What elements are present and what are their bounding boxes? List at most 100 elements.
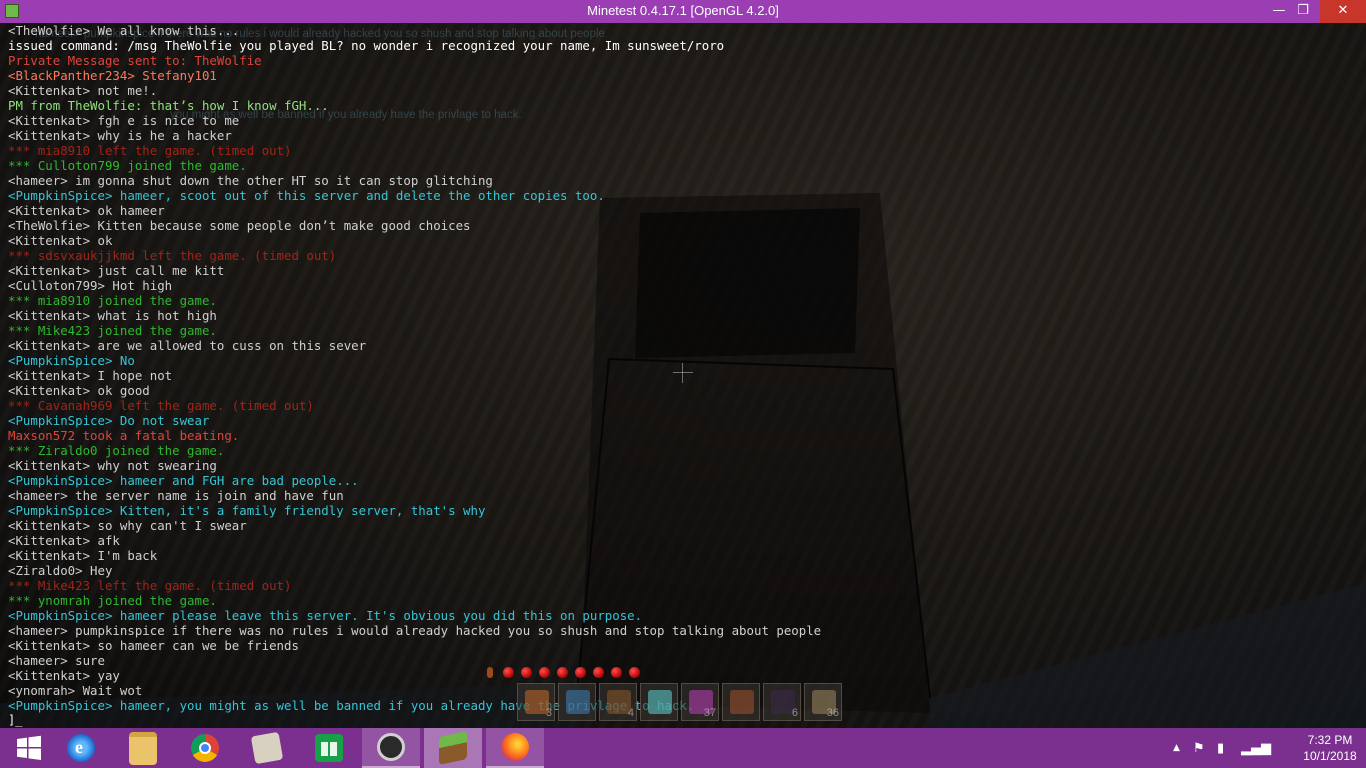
taskbar-game-app[interactable] <box>362 728 420 768</box>
window-title: Minetest 0.4.17.1 [OpenGL 4.2.0] <box>587 3 779 18</box>
store-icon <box>315 734 343 762</box>
taskbar-paint[interactable] <box>238 728 296 768</box>
chat-line: <Kittenkat> so why can't I swear <box>8 518 247 533</box>
chat-line: <hameer> pumpkinspice if there was no ru… <box>8 623 822 638</box>
chat-line: *** Mike423 joined the game. <box>8 323 217 338</box>
bo-icon <box>377 733 405 761</box>
title-bar: Minetest 0.4.17.1 [OpenGL 4.2.0] — ❐ ✕ <box>0 0 1366 23</box>
item-count: 37 <box>703 707 716 719</box>
hotbar-slot[interactable]: 4 <box>599 683 637 721</box>
taskbar-minetest[interactable] <box>424 728 482 768</box>
chat-line: <Kittenkat> fgh e is nice to me <box>8 113 240 128</box>
system-tray: ▲ ⚑ ▮ ▂▄▆ 🔈︎ <box>1165 728 1305 768</box>
chat-line: PM from TheWolfie: that’s how I know fGH… <box>8 98 329 113</box>
taskbar-firefox[interactable] <box>486 728 544 768</box>
item-count: 6 <box>791 707 798 719</box>
game-viewport[interactable]: hameer> pumpkinspice if there was no rul… <box>0 23 1366 728</box>
chat-line: <Culloton799> Hot high <box>8 278 173 293</box>
chat-line: <Ziraldo0> Hey <box>8 563 113 578</box>
chat-line: <Kittenkat> why is he a hacker <box>8 128 232 143</box>
chat-line: <PumpkinSpice> hameer and FGH are bad pe… <box>8 473 359 488</box>
heart-icon <box>521 667 532 678</box>
diamond-block-icon <box>648 690 672 714</box>
chat-line: *** Mike423 left the game. (timed out) <box>8 578 292 593</box>
heart-icon <box>503 667 514 678</box>
hotbar-slot[interactable]: 36 <box>804 683 842 721</box>
hotbar-slot[interactable]: 6 <box>763 683 801 721</box>
chat-line: <Kittenkat> are we allowed to cuss on th… <box>8 338 367 353</box>
ie-icon: e <box>67 734 95 762</box>
chat-line: *** Cavanah969 left the game. (timed out… <box>8 398 314 413</box>
chat-line: <hameer> the server name is join and hav… <box>8 488 344 503</box>
chat-log: <TheWolfie> We all know this... issued co… <box>8 23 1158 713</box>
taskbar-internet-explorer[interactable]: e <box>52 728 110 768</box>
chat-line: <Kittenkat> I hope not <box>8 368 173 383</box>
chat-line: <Kittenkat> ok good <box>8 383 150 398</box>
hotbar-slot[interactable] <box>640 683 678 721</box>
taskbar-file-explorer[interactable] <box>114 728 172 768</box>
chat-line: <Kittenkat> I'm back <box>8 548 158 563</box>
paint-icon <box>250 731 284 765</box>
show-hidden-icons-icon[interactable]: ▲ <box>1173 743 1180 753</box>
item-count: 3 <box>545 707 552 719</box>
item-count: 4 <box>627 707 634 719</box>
chat-line: <Kittenkat> ok hameer <box>8 203 165 218</box>
chat-line: <PumpkinSpice> hameer, scoot out of this… <box>8 188 605 203</box>
heart-icon <box>539 667 550 678</box>
chat-line: <Kittenkat> so hameer can we be friends <box>8 638 299 653</box>
flag-icon[interactable]: ⚑ <box>1193 741 1205 756</box>
chat-line: *** Ziraldo0 joined the game. <box>8 443 225 458</box>
chrome-icon <box>191 734 219 762</box>
battery-icon[interactable]: ▮ <box>1217 741 1224 756</box>
hotbar-slot[interactable] <box>558 683 596 721</box>
folder-icon <box>129 731 157 765</box>
chat-line: *** mia8910 joined the game. <box>8 293 217 308</box>
start-button[interactable] <box>0 728 58 768</box>
heart-icon <box>593 667 604 678</box>
chat-line: <Kittenkat> ok <box>8 233 113 248</box>
chat-line: Maxson572 took a fatal beating. <box>8 428 240 443</box>
chat-line: <PumpkinSpice> No <box>8 353 135 368</box>
chat-line: *** mia8910 left the game. (timed out) <box>8 143 292 158</box>
maximize-button[interactable]: ❐ <box>1281 0 1325 23</box>
chat-line: <hameer> im gonna shut down the other HT… <box>8 173 493 188</box>
firefox-icon <box>501 733 529 761</box>
chat-line: <Kittenkat> afk <box>8 533 120 548</box>
hotbar-slot[interactable]: 3 <box>517 683 555 721</box>
chat-line: <TheWolfie> Kitten because some people d… <box>8 218 471 233</box>
chat-line: <Kittenkat> not me!. <box>8 83 158 98</box>
hotbar-slot[interactable] <box>722 683 760 721</box>
chat-line: <TheWolfie> We all know this... <box>8 23 240 38</box>
volume-icon[interactable]: 🔈︎ <box>1265 741 1273 756</box>
taskbar-chrome[interactable] <box>176 728 234 768</box>
clock-time: 7:32 PM <box>1307 733 1353 747</box>
item-count: 36 <box>826 707 839 719</box>
chat-line: Private Message sent to: TheWolfie <box>8 53 262 68</box>
hotbar-slot[interactable]: 37 <box>681 683 719 721</box>
bow-icon <box>730 690 754 714</box>
chat-line: <BlackPanther234> Stefany101 <box>8 68 217 83</box>
chat-line: *** Culloton799 joined the game. <box>8 158 247 173</box>
console-prompt[interactable]: ]_ <box>8 713 22 727</box>
chat-line: issued command: /msg TheWolfie you playe… <box>8 38 725 53</box>
close-button[interactable]: ✕ <box>1320 0 1366 23</box>
clock-date: 10/1/2018 <box>1303 749 1357 763</box>
chat-line: <Kittenkat> just call me kitt <box>8 263 225 278</box>
chat-line: <Kittenkat> what is hot high <box>8 308 217 323</box>
breath-icon <box>487 667 493 678</box>
chat-line: *** sdsvxaukjjkmd left the game. (timed … <box>8 248 337 263</box>
minetest-icon <box>439 731 467 765</box>
heart-icon <box>629 667 640 678</box>
heart-icon <box>611 667 622 678</box>
chat-line: <PumpkinSpice> hameer please leave this … <box>8 608 643 623</box>
taskbar-store[interactable] <box>300 728 358 768</box>
system-clock[interactable]: 7:32 PM 10/1/2018 <box>1296 732 1364 764</box>
health-bar <box>487 663 647 678</box>
windows-icon <box>17 735 41 760</box>
heart-icon <box>557 667 568 678</box>
taskbar: e ▲ ⚑ ▮ ▂▄▆ 🔈︎ 7:32 PM 10/1/2018 <box>0 728 1366 768</box>
chat-line: *** ynomrah joined the game. <box>8 593 217 608</box>
heart-icon <box>575 667 586 678</box>
chat-line: <PumpkinSpice> Kitten, it's a family fri… <box>8 503 486 518</box>
blue-tool-icon <box>566 690 590 714</box>
